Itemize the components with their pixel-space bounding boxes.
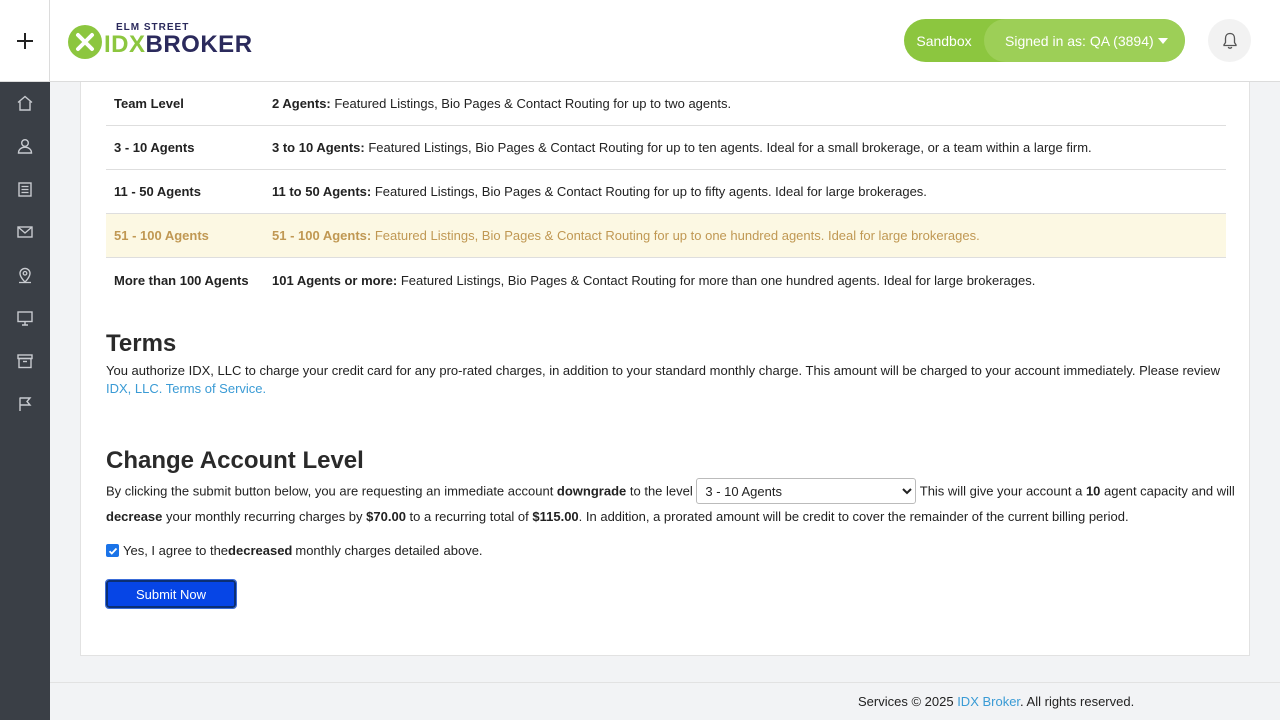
decrease-text: decrease	[106, 509, 163, 524]
level-desc-text: Featured Listings, Bio Pages & Contact R…	[364, 140, 1092, 155]
agree-decreased-text: decreased	[228, 543, 293, 558]
change-text-part: . In addition, a prorated amount will be…	[578, 509, 1129, 524]
mail-icon[interactable]	[15, 222, 35, 242]
footer: Services © 2025 IDX Broker. All rights r…	[50, 682, 1280, 720]
footer-suffix: . All rights reserved.	[1020, 694, 1135, 709]
agree-checkbox-row[interactable]: Yes, I agree to the decreased monthly ch…	[106, 543, 483, 558]
user-menu-button[interactable]: Signed in as: QA (3894)	[984, 19, 1185, 62]
change-text-part: your monthly recurring charges by	[162, 509, 367, 524]
level-row-team: Team Level 2 Agents: Featured Listings, …	[106, 82, 1226, 126]
account-levels-table: Team Level 2 Agents: Featured Listings, …	[106, 82, 1226, 302]
level-name: 3 - 10 Agents	[114, 140, 195, 155]
level-desc-bold: 51 - 100 Agents:	[272, 228, 372, 243]
level-row-11-50: 11 - 50 Agents 11 to 50 Agents: Featured…	[106, 170, 1226, 214]
add-button[interactable]	[0, 0, 50, 82]
level-row-3-10: 3 - 10 Agents 3 to 10 Agents: Featured L…	[106, 126, 1226, 170]
notifications-button[interactable]	[1208, 19, 1251, 62]
level-description: 11 to 50 Agents: Featured Listings, Bio …	[272, 184, 927, 199]
agree-text-part: monthly charges detailed above.	[295, 543, 483, 558]
caret-down-icon	[1157, 37, 1168, 44]
change-text-part: to a recurring total of	[405, 509, 533, 524]
terms-heading: Terms	[106, 330, 177, 357]
level-desc-text: Featured Listings, Bio Pages & Contact R…	[371, 184, 927, 199]
logo-broker-text: BROKER	[145, 31, 253, 58]
level-description: 51 - 100 Agents: Featured Listings, Bio …	[272, 228, 980, 243]
change-text-part: to the level	[626, 483, 697, 499]
level-desc-text: Featured Listings, Bio Pages & Contact R…	[330, 96, 732, 111]
idx-broker-link[interactable]: IDX Broker	[957, 694, 1020, 709]
level-row-100-plus: More than 100 Agents 101 Agents or more:…	[106, 258, 1226, 302]
agree-checkbox[interactable]	[106, 544, 119, 557]
plus-icon	[16, 33, 33, 49]
level-desc-bold: 101 Agents or more:	[272, 272, 398, 288]
home-icon[interactable]	[15, 93, 35, 113]
level-description: 2 Agents: Featured Listings, Bio Pages &…	[272, 96, 731, 111]
recurring-total: $115.00	[532, 509, 579, 524]
terms-body: You authorize IDX, LLC to charge your cr…	[106, 363, 1221, 378]
bell-icon	[1222, 32, 1237, 49]
level-desc-text: Featured Listings, Bio Pages & Contact R…	[397, 272, 1036, 288]
level-name: Team Level	[114, 96, 184, 111]
level-description: 101 Agents or more: Featured Listings, B…	[272, 273, 1035, 288]
monitor-icon[interactable]	[15, 308, 35, 328]
listings-icon[interactable]	[15, 179, 35, 199]
map-pin-icon[interactable]	[15, 265, 35, 285]
level-name: More than 100 Agents	[114, 272, 249, 288]
change-text-part: This will give your account a	[916, 483, 1086, 499]
account-pill: Sandbox Signed in as: QA (3894)	[904, 19, 1185, 62]
main-card: Team Level 2 Agents: Featured Listings, …	[80, 82, 1250, 656]
level-select[interactable]: 3 - 10 Agents	[696, 478, 917, 504]
downgrade-text: downgrade	[556, 483, 627, 499]
level-desc-text: Featured Listings, Bio Pages & Contact R…	[371, 228, 980, 243]
sidebar	[0, 82, 50, 720]
logo-wordmark: IDXBROKER	[104, 32, 253, 58]
agent-capacity-value: 10	[1085, 483, 1101, 499]
decrease-amount: $70.00	[366, 509, 406, 524]
terms-text: You authorize IDX, LLC to charge your cr…	[106, 362, 1231, 398]
logo-x-icon	[68, 25, 102, 59]
signed-in-label: Signed in as: QA (3894)	[1005, 32, 1154, 49]
user-icon[interactable]	[15, 136, 35, 156]
footer-text: Services © 2025 IDX Broker. All rights r…	[858, 694, 1134, 709]
level-name: 51 - 100 Agents	[114, 228, 209, 243]
flag-icon[interactable]	[15, 394, 35, 414]
footer-prefix: Services © 2025	[858, 694, 958, 709]
level-desc-bold: 3 to 10 Agents:	[272, 140, 365, 155]
archive-icon[interactable]	[15, 351, 35, 371]
agree-text-part: Yes, I agree to the	[123, 543, 229, 558]
change-level-text: By clicking the submit button below, you…	[106, 478, 1236, 529]
idx-broker-logo[interactable]: ELM STREET IDXBROKER	[68, 22, 268, 62]
top-bar: ELM STREET IDXBROKER Sandbox Signed in a…	[0, 0, 1280, 82]
terms-of-service-link[interactable]: IDX, LLC. Terms of Service.	[106, 381, 266, 396]
logo-idx-text: IDX	[104, 31, 146, 58]
checkmark-icon	[108, 547, 117, 555]
level-row-51-100-current: 51 - 100 Agents 51 - 100 Agents: Feature…	[106, 214, 1226, 258]
level-description: 3 to 10 Agents: Featured Listings, Bio P…	[272, 140, 1092, 155]
change-level-heading: Change Account Level	[106, 447, 364, 474]
change-text-part: agent capacity and will	[1100, 483, 1235, 499]
level-name: 11 - 50 Agents	[114, 184, 201, 199]
change-text-part: By clicking the submit button below, you…	[106, 483, 557, 499]
sandbox-label: Sandbox	[916, 32, 972, 49]
level-desc-bold: 11 to 50 Agents:	[272, 184, 372, 199]
submit-now-button[interactable]: Submit Now	[105, 579, 237, 609]
level-desc-bold: 2 Agents:	[272, 96, 331, 111]
